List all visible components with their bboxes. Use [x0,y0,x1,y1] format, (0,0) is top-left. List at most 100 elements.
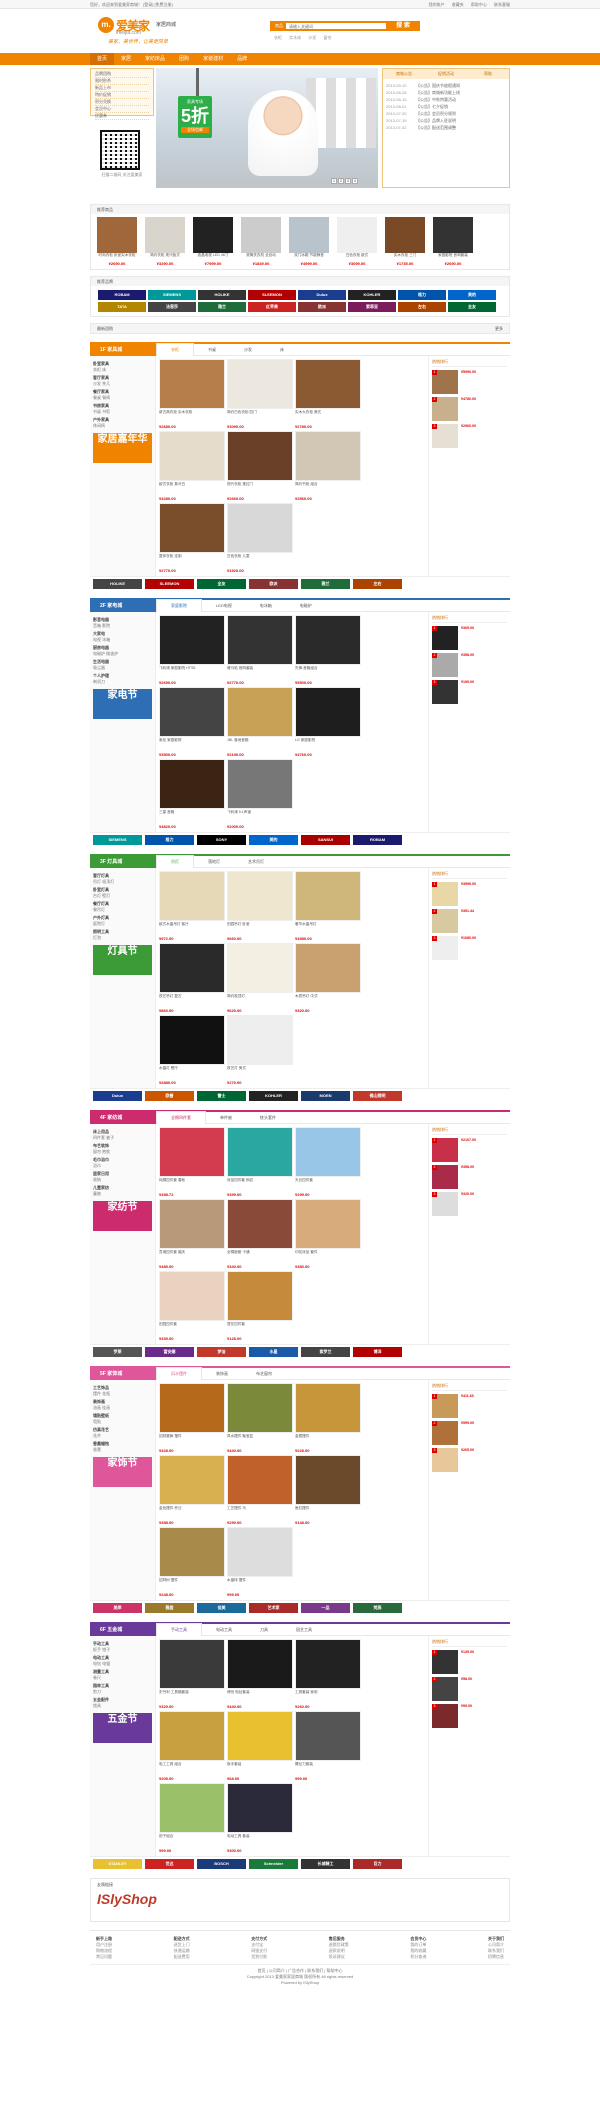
product-image[interactable] [295,1455,361,1505]
product-name[interactable]: LG 家庭影院 [295,738,361,752]
product-card[interactable]: 液晶电视 LED 46寸 ¥7999.00 [190,217,236,266]
product-name[interactable]: 史丹利 工具箱套装 [159,1690,225,1704]
footer-link[interactable]: 积分查询 [410,1954,426,1960]
product-name[interactable]: 螺丝刀套装 [295,1762,361,1776]
floor-category-links[interactable]: 童被 [93,1191,152,1197]
floor-product-card[interactable]: 工艺摆件 马 ¥290.00 [227,1455,293,1525]
footer-link[interactable]: 常见问题 [96,1954,112,1960]
floor-category-links[interactable]: 收纳 [93,1177,152,1183]
ranking-image[interactable]: 3 [432,1448,458,1472]
product-card[interactable]: 实木衣柜 三门 ¥1735.00 [382,217,428,266]
floor-tab[interactable]: 电动工具 [202,1624,246,1636]
brand-logo[interactable]: 一品 [301,1602,350,1613]
notice-tab[interactable]: 帮助 [467,69,509,79]
product-name[interactable]: JBL 落地音箱 [227,738,293,752]
hot-keyword[interactable]: 沙发 [308,35,316,40]
ranking-image[interactable]: 2 [432,1165,458,1189]
brand-logo[interactable]: 左右 [353,578,402,589]
product-name[interactable]: 铁艺吊灯 复古 [159,994,225,1008]
product-name[interactable]: 白色衣柜 欧式 [334,253,380,261]
brand-logo[interactable]: MOEN [301,1090,350,1101]
product-image[interactable] [227,1271,293,1321]
product-name[interactable]: 简约书柜 组合 [295,482,361,496]
product-name[interactable]: 贡缎四件套 婚庆 [159,1250,225,1264]
product-card[interactable]: 家庭影院 音响套装 ¥2690.00 [430,217,476,266]
product-name[interactable]: 工具套装 家用 [295,1690,361,1704]
floor-tab[interactable]: 单件被 [206,1112,246,1124]
product-card[interactable]: 双门冰箱 节能静音 ¥4999.00 [286,217,332,266]
product-name[interactable]: 水晶球 摆件 [227,1578,293,1592]
product-image[interactable] [295,615,361,665]
product-name[interactable]: 印花床品 套件 [295,1250,361,1264]
floor-category-links[interactable]: 衣柜 床 [93,367,152,373]
brand-logo[interactable]: 格力 [398,290,446,300]
floor-category-links[interactable]: 油画 挂画 [93,1405,152,1411]
product-name[interactable]: 金色摆件 乔迁 [159,1506,225,1520]
product-image[interactable] [227,1711,293,1761]
notice-title[interactable]: 【公告】品牌入驻说明 [416,117,456,124]
product-name[interactable]: 风水摆件 聚宝盆 [227,1434,293,1448]
floor-product-card[interactable]: 飞利浦 5.1声道 ¥2000.00 [227,759,293,829]
notice-title[interactable]: 【公告】七夕促销 [416,103,448,110]
notice-title[interactable]: 【公告】国庆节放假通知 [416,82,460,89]
floor-product-card[interactable]: 金蟾摆件 ¥228.00 [295,1383,361,1453]
product-image[interactable] [295,1383,361,1433]
floor-category-links[interactable]: 扳手 钳子 [93,1647,152,1653]
floor-category-links[interactable]: 吊灯 吸顶灯 [93,879,152,885]
product-name[interactable]: 天丝四件套 [295,1178,361,1192]
ranking-image[interactable]: 3 [432,1704,458,1728]
product-name[interactable]: 水晶灯 餐厅 [159,1066,225,1080]
product-name[interactable]: 双门冰箱 节能静音 [286,253,332,261]
nav-item[interactable]: 品牌 [230,53,254,65]
ranking-item[interactable]: 2 ¥358.00 [432,653,507,677]
product-image[interactable] [227,359,293,409]
ranking-item[interactable]: 2 ¥4780.00 [432,397,507,421]
product-name[interactable]: 木质吊灯 中式 [295,994,361,1008]
floor-category-links[interactable]: 窗帘 抱枕 [93,1149,152,1155]
floor-category-links[interactable]: 沙发 茶几 [93,381,152,387]
product-image[interactable] [227,503,293,553]
floor-tab[interactable]: 床 [266,344,298,356]
brand-logo[interactable]: 世达 [145,1858,194,1869]
ranking-image[interactable]: 2 [432,653,458,677]
product-image[interactable] [227,687,293,737]
product-image[interactable] [295,871,361,921]
floor-tab[interactable]: 刀具 [246,1624,282,1636]
product-image[interactable] [295,359,361,409]
product-name[interactable]: 田园吊灯 卧室 [227,922,293,936]
floor-product-card[interactable]: 钳子组合 ¥99.00 [159,1783,225,1853]
floor-category-links[interactable]: 香薰 [93,1447,152,1453]
product-name[interactable]: 简约白色衣柜 四门 [227,410,293,424]
ranking-item[interactable]: 1 ¥139.00 [432,1650,507,1674]
ranking-item[interactable]: 3 ¥1080.00 [432,936,507,960]
floor-product-card[interactable]: 田园四件套 ¥339.00 [159,1271,225,1341]
brand-logo[interactable]: KOHLER [249,1090,298,1101]
floor-tab[interactable]: 落地灯 [194,856,234,868]
floor-product-card[interactable]: 新古典衣柜 实木衣柜 ¥2680.00 [159,359,225,429]
brand-logo[interactable]: 佛山照明 [353,1090,402,1101]
notice-item[interactable]: 2013-08-01 【公告】七夕促销 [386,103,506,110]
product-image[interactable] [227,1639,293,1689]
product-image[interactable] [159,759,225,809]
floor-product-card[interactable]: 先锋 音箱组合 ¥5500.00 [295,615,361,685]
ranking-image[interactable]: 3 [432,936,458,960]
category-item[interactable]: 限时秒杀 [95,78,149,85]
floor-product-card[interactable]: 木质吊灯 中式 ¥320.00 [295,943,361,1013]
product-image[interactable] [159,1127,225,1177]
floor-product-card[interactable]: 简约白色衣柜 四门 ¥3090.00 [227,359,293,429]
brand-logo[interactable]: 雅兰 [301,578,350,589]
product-image[interactable] [227,1015,293,1065]
brand-logo[interactable]: 长城精工 [301,1858,350,1869]
notice-title[interactable]: 【公告】中秋特惠活动 [416,96,456,103]
floor-product-card[interactable]: 电工工具 组合 ¥209.00 [159,1711,225,1781]
floor-tab[interactable]: 吊灯 [156,855,194,868]
brand-logo[interactable]: 富安娜 [145,1346,194,1357]
product-name[interactable]: 全棉被套 卡通 [227,1250,293,1264]
brand-logo[interactable]: 格力 [145,834,194,845]
hot-keyword[interactable]: 衣柜 [274,35,282,40]
product-image[interactable] [385,217,425,253]
brand-logo[interactable]: 美的 [249,834,298,845]
pager-dot[interactable]: 1 [331,178,337,184]
hot-keyword[interactable]: 实木床 [289,35,301,40]
floor-product-card[interactable]: 整体衣柜 定制 ¥2770.00 [159,503,225,573]
